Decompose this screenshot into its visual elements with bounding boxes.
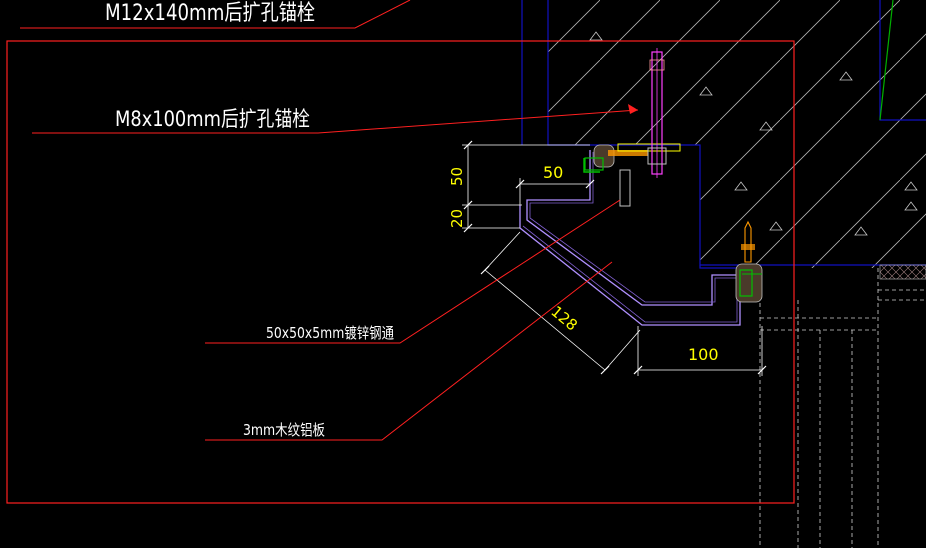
dim-20-vertical: 20 [448,209,466,228]
label-angle-steel: 50x50x5mm镀锌钢通 [266,324,394,342]
label-anchor-m12: M12x140mm后扩孔锚栓 [105,1,315,26]
cad-drawing-canvas: 50 20 50 128 100 M12x140mm后扩孔锚栓 M8x100mm… [6,0,926,548]
label-aluminum-panel: 3mm木纹铝板 [243,421,325,439]
dim-50-horizontal: 50 [543,163,563,182]
dashed-lines [759,268,926,548]
insulation-strip [879,264,926,280]
concrete-wall-hatch [548,0,926,268]
dim-128-diagonal: 128 [547,302,581,334]
dim-50-vertical: 50 [448,167,466,186]
dim-100-horizontal: 100 [688,345,719,364]
label-anchor-m8: M8x100mm后扩孔锚栓 [115,107,310,131]
leader-lines [20,0,639,441]
